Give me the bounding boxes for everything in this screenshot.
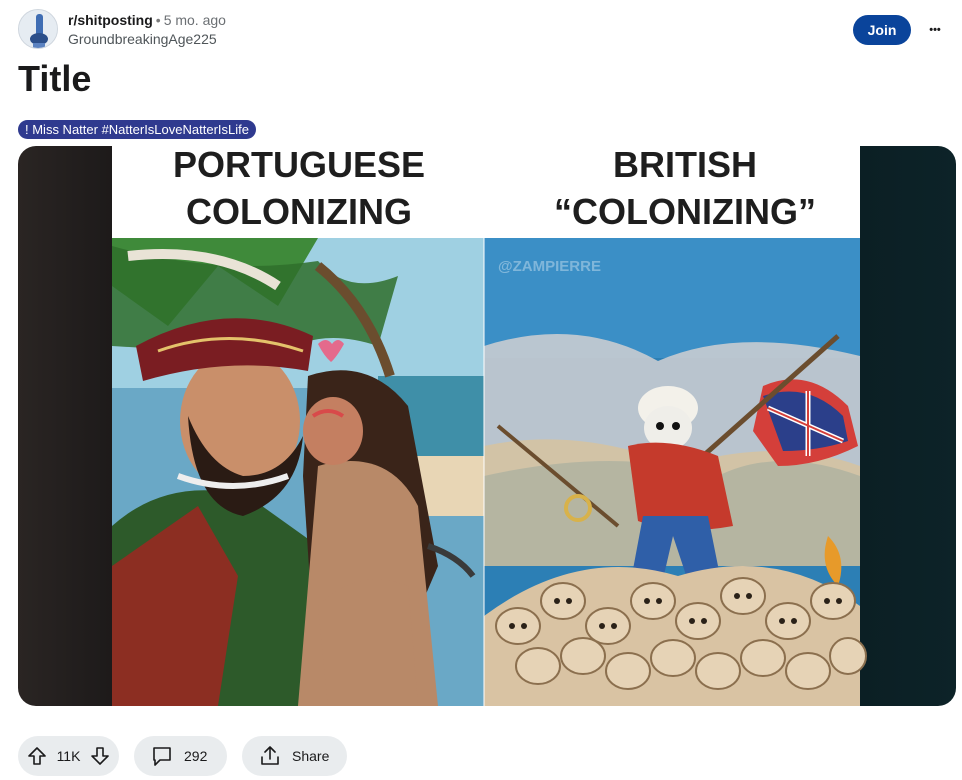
post-header: r/shitposting • 5 mo. ago GroundbreakingAg… — [18, 8, 948, 52]
right-panel: @ZAMPIERRE — [484, 238, 867, 706]
left-caption-line2: COLONIZING — [186, 191, 412, 232]
meta-separator: • — [155, 12, 161, 28]
image-watermark: @ZAMPIERRE — [498, 258, 601, 275]
arrow-up-icon[interactable] — [26, 745, 48, 767]
post-flair[interactable]: ! Miss Natter #NatterIsLoveNatterIsLife — [18, 120, 256, 139]
left-panel — [112, 238, 484, 706]
post-card: r/shitposting • 5 mo. ago GroundbreakingAg… — [0, 0, 962, 780]
post-actions: 11K 292 Share — [18, 736, 347, 776]
right-caption-line2: “COLONIZING” — [554, 191, 816, 232]
subreddit-avatar[interactable] — [18, 9, 58, 49]
share-button[interactable]: Share — [242, 736, 347, 776]
post-age: 5 mo. ago — [163, 12, 226, 28]
comment-count: 292 — [184, 748, 208, 764]
join-button[interactable]: Join — [853, 15, 911, 45]
author-link[interactable]: GroundbreakingAge225 — [68, 30, 226, 48]
more-options-button[interactable]: ••• — [922, 17, 948, 43]
vote-control: 11K — [18, 736, 119, 776]
right-caption-line1: BRITISH — [613, 146, 757, 185]
share-icon — [258, 744, 282, 768]
meme-image: PORTUGUESE COLONIZING BRITISH “COLONIZIN… — [112, 146, 867, 706]
ellipsis-icon: ••• — [929, 24, 941, 36]
vote-count: 11K — [56, 748, 81, 764]
post-image[interactable]: PORTUGUESE COLONIZING BRITISH “COLONIZIN… — [18, 146, 956, 706]
subreddit-link[interactable]: r/shitposting — [68, 12, 153, 28]
post-meta: r/shitposting • 5 mo. ago GroundbreakingAg… — [68, 11, 226, 48]
post-title[interactable]: Title — [18, 58, 91, 100]
share-label: Share — [292, 748, 330, 764]
arrow-down-icon[interactable] — [89, 745, 111, 767]
left-caption-line1: PORTUGUESE — [173, 146, 425, 185]
comment-bubble-icon — [150, 744, 174, 768]
comments-button[interactable]: 292 — [134, 736, 227, 776]
